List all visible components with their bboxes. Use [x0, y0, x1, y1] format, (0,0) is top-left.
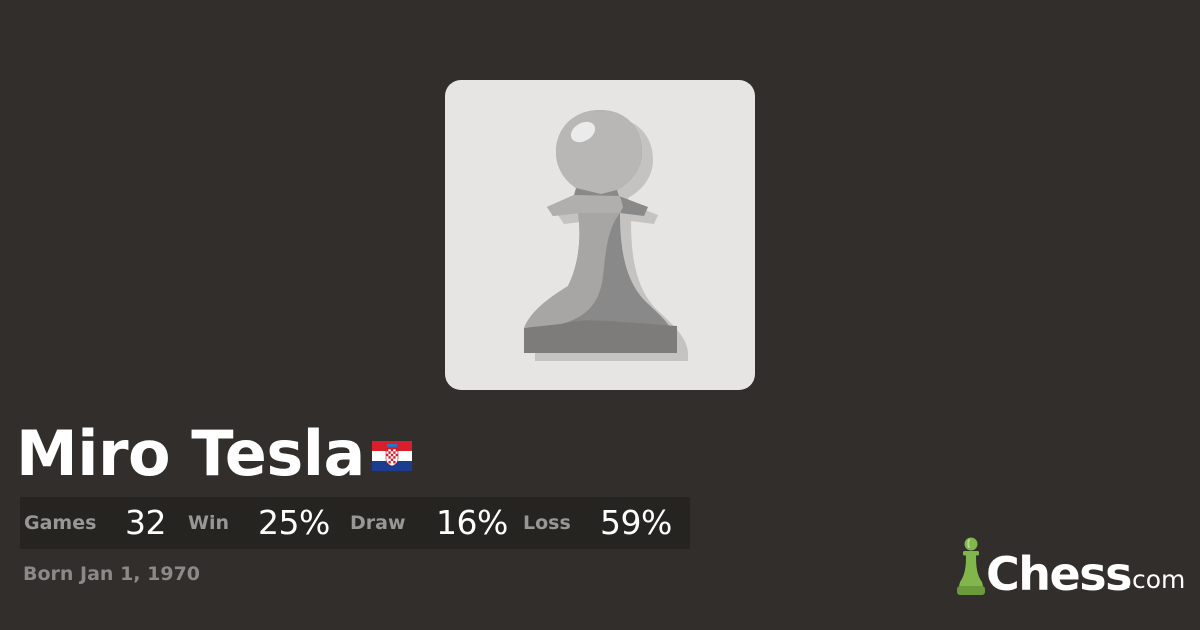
draw-label: Draw	[350, 512, 406, 534]
birth-date: Born Jan 1, 1970	[23, 563, 201, 585]
avatar	[445, 80, 755, 390]
loss-value: 59%	[600, 503, 672, 542]
games-value: 32	[125, 503, 167, 542]
stats-bar: Games 32 Win 25% Draw 16% Loss 59%	[20, 497, 690, 549]
games-label: Games	[24, 512, 97, 534]
draw-value: 16%	[436, 503, 508, 542]
brand-name: Chess	[986, 547, 1132, 601]
win-value: 25%	[258, 503, 330, 542]
loss-label: Loss	[523, 512, 571, 534]
pawn-icon	[524, 110, 688, 361]
player-name: Miro Tesla	[16, 417, 365, 490]
croatia-flag-icon	[372, 441, 412, 471]
brand-suffix: .com	[1124, 565, 1186, 594]
pawn-logo-icon	[957, 537, 985, 595]
chess-com-logo[interactable]: Chess .com	[956, 530, 1186, 602]
win-label: Win	[188, 512, 229, 534]
